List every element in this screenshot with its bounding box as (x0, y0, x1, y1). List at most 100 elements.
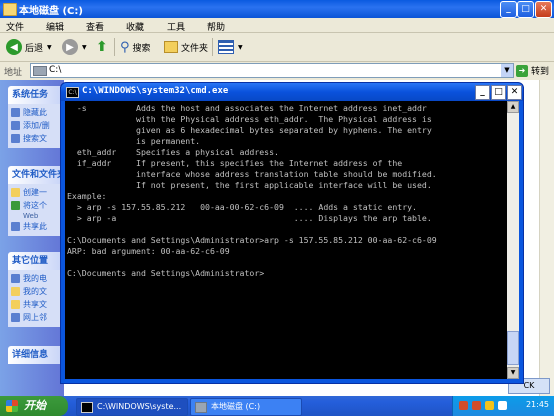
search-icon (11, 134, 20, 143)
taskbar-button-label: C:\WINDOWS\syste... (97, 402, 182, 411)
task-item-sub: Web (11, 212, 64, 220)
console-scrollbar[interactable]: ▲ ▼ (507, 101, 519, 379)
windows-flag-icon (6, 400, 18, 412)
up-folder-button[interactable]: ⬆ (96, 37, 108, 57)
panel-header[interactable]: 文件和文件夹 (8, 166, 64, 184)
panel-body: 创建一 将这个 Web 共享此 (8, 184, 64, 236)
place-item[interactable]: 网上邻 (11, 311, 64, 324)
cmd-window: C:\ C:\WINDOWS\system32\cmd.exe _ □ ✕ -s… (60, 82, 524, 384)
console-line: interface whose address translation tabl… (67, 169, 437, 179)
menu-file[interactable]: 文件 (6, 20, 24, 33)
panel-header[interactable]: 其它位置 (8, 252, 64, 270)
close-button[interactable]: ✕ (535, 1, 552, 18)
address-bar: 地址 C:\ ▼ ➜ 转到 (0, 62, 554, 78)
menu-help[interactable]: 帮助 (207, 20, 225, 33)
console-line: C:\Documents and Settings\Administrator>… (67, 235, 437, 245)
task-pane: 系统任务 隐藏此 添加/删 搜索文 文件和文件夹 创建一 将这个 Web 共享此… (0, 80, 64, 396)
panel-header[interactable]: 详细信息 (8, 346, 64, 364)
place-label: 共享文 (23, 300, 47, 309)
scroll-up-arrow-icon[interactable]: ▲ (507, 101, 519, 113)
taskbar-button-label: 本地磁盘 (C:) (211, 402, 261, 411)
file-view-scrollbar[interactable] (539, 80, 554, 396)
place-item[interactable]: 我的文 (11, 285, 64, 298)
clock[interactable]: 21:45 (526, 400, 549, 409)
console-line: eth_addr Specifies a physical address. (67, 147, 279, 157)
panel-other-places: 其它位置 我的电 我的文 共享文 网上邻 (8, 252, 64, 327)
minimize-button[interactable]: _ (500, 1, 517, 18)
search-icon: ⚲ (120, 39, 130, 55)
console-line: is permanent. (67, 136, 201, 146)
place-label: 我的文 (23, 287, 47, 296)
forward-button[interactable]: ▶ ▼ (62, 37, 87, 57)
cmd-title-bar[interactable]: C:\ C:\WINDOWS\system32\cmd.exe _ □ ✕ (61, 83, 523, 101)
back-arrow-icon: ◀ (6, 39, 22, 55)
taskbar: 开始 C:\WINDOWS\syste... 本地磁盘 (C:) 21:45 (0, 396, 554, 416)
search-label: 搜索 (132, 43, 151, 54)
back-button[interactable]: ◀ 后退 ▼ (6, 37, 52, 57)
chevron-down-icon: ▼ (82, 43, 87, 51)
publish-web-icon (11, 201, 20, 210)
start-label: 开始 (24, 399, 46, 412)
go-arrow-icon: ➜ (516, 64, 528, 77)
menu-tools[interactable]: 工具 (167, 20, 185, 33)
back-label: 后退 (25, 43, 44, 54)
task-label: 将这个 (23, 201, 47, 210)
place-label: 我的电 (23, 274, 47, 283)
place-item[interactable]: 共享文 (11, 298, 64, 311)
task-item[interactable]: 共享此 (11, 220, 64, 233)
system-tray: 21:45 (452, 396, 554, 416)
address-value: C:\ (49, 65, 62, 75)
menu-favorites[interactable]: 收藏 (126, 20, 144, 33)
task-item[interactable]: 创建一 (11, 186, 64, 199)
panel-header[interactable]: 系统任务 (8, 86, 64, 104)
console-output[interactable]: -s Adds the host and associates the Inte… (65, 101, 507, 379)
go-label: 转到 (531, 67, 550, 77)
menu-edit[interactable]: 编辑 (46, 20, 64, 33)
folder-icon (3, 3, 17, 16)
tray-icon[interactable] (498, 401, 507, 410)
tray-icon[interactable] (459, 401, 468, 410)
my-computer-icon (11, 274, 20, 283)
console-line: if_addr If present, this specifies the I… (67, 158, 403, 168)
address-dropdown[interactable]: ▼ (501, 64, 513, 77)
panel-file-folder-tasks: 文件和文件夹 创建一 将这个 Web 共享此 (8, 166, 64, 236)
go-button[interactable]: ➜ 转到 (516, 64, 549, 77)
cmd-maximize-button[interactable]: □ (491, 85, 506, 100)
maximize-button[interactable]: □ (517, 1, 534, 18)
place-item[interactable]: 我的电 (11, 272, 64, 285)
taskbar-button-explorer[interactable]: 本地磁盘 (C:) (190, 398, 302, 416)
taskbar-button-cmd[interactable]: C:\WINDOWS\syste... (76, 398, 188, 416)
my-documents-icon (11, 287, 20, 296)
tray-icon[interactable] (472, 401, 481, 410)
task-sub-label: Web (23, 212, 39, 220)
cmd-title: C:\WINDOWS\system32\cmd.exe (82, 86, 229, 96)
cmd-icon: C:\ (66, 87, 79, 98)
folders-button[interactable]: 文件夹 (164, 37, 208, 57)
task-item[interactable]: 添加/删 (11, 119, 64, 132)
task-item[interactable]: 搜索文 (11, 132, 64, 145)
task-label: 添加/删 (23, 121, 50, 130)
chevron-down-icon: ▼ (238, 43, 243, 51)
tray-icon[interactable] (485, 401, 494, 410)
shared-documents-icon (11, 300, 20, 309)
cmd-close-button[interactable]: ✕ (507, 85, 522, 100)
console-line: > arp -s 157.55.85.212 00-aa-00-62-c6-09… (67, 202, 417, 212)
start-button[interactable]: 开始 (0, 396, 68, 416)
task-item[interactable]: 隐藏此 (11, 106, 64, 119)
cmd-icon (81, 401, 93, 413)
add-remove-icon (11, 121, 20, 130)
address-label: 地址 (4, 68, 23, 78)
console-line: with the Physical address eth_addr. The … (67, 114, 432, 124)
cmd-minimize-button[interactable]: _ (475, 85, 490, 100)
scroll-down-arrow-icon[interactable]: ▼ (507, 367, 519, 379)
address-input[interactable]: C:\ ▼ (30, 63, 514, 78)
drive-icon (33, 66, 47, 76)
scroll-thumb[interactable] (507, 331, 519, 365)
forward-arrow-icon: ▶ (62, 39, 78, 55)
views-button[interactable]: ▼ (218, 37, 243, 57)
panel-details: 详细信息 (8, 346, 64, 364)
search-button[interactable]: ⚲ 搜索 (120, 37, 151, 57)
task-item[interactable]: 将这个 (11, 199, 64, 212)
menu-view[interactable]: 查看 (86, 20, 104, 33)
new-folder-icon (11, 188, 20, 197)
